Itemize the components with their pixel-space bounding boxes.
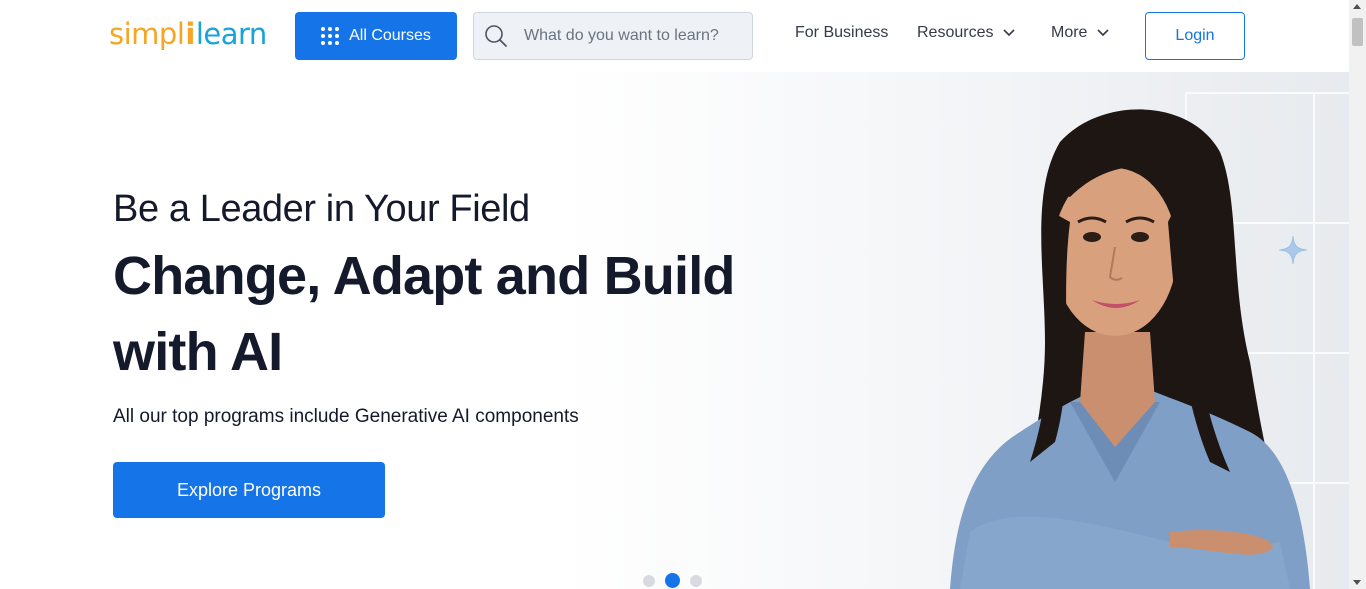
hero-headline: Change, Adapt and Build with AI (113, 246, 735, 382)
chevron-down-icon (1003, 29, 1016, 37)
nav-more-label: More (1051, 24, 1088, 41)
hero-subtext: All our top programs include Generative … (113, 406, 579, 427)
search-input[interactable] (524, 27, 744, 45)
hero-eyebrow: Be a Leader in Your Field (113, 188, 530, 230)
carousel-indicators (643, 573, 702, 588)
nav-more[interactable]: More (1051, 24, 1110, 42)
all-courses-label: All Courses (349, 27, 431, 44)
chevron-down-icon (1097, 29, 1110, 37)
login-label: Login (1175, 27, 1215, 44)
all-courses-button[interactable]: All Courses (295, 12, 457, 60)
scroll-thumb[interactable] (1352, 18, 1363, 46)
logo-text-part2: learn (195, 17, 267, 51)
nav-for-business[interactable]: For Business (795, 24, 888, 42)
search-box[interactable] (473, 12, 753, 60)
nav-for-business-label: For Business (795, 24, 889, 41)
page-scrollbar[interactable] (1349, 0, 1366, 589)
logo-text-divider: i (185, 17, 195, 51)
scroll-down-arrow-icon[interactable] (1353, 580, 1361, 585)
site-header: simplilearn All Courses For Business Res… (0, 0, 1349, 72)
login-button[interactable]: Login (1145, 12, 1245, 60)
explore-programs-label: Explore Programs (176, 479, 322, 500)
carousel-dot[interactable] (643, 574, 655, 587)
scroll-up-arrow-icon[interactable] (1353, 4, 1361, 9)
grid-dots-icon (321, 27, 340, 45)
nav-resources-label: Resources (917, 24, 994, 41)
logo-text-part1: simpl (109, 17, 185, 51)
carousel-dot-active[interactable] (665, 573, 680, 588)
nav-resources[interactable]: Resources (917, 24, 1016, 42)
instructor-photo (950, 109, 1310, 589)
search-icon (485, 25, 507, 47)
simplilearn-logo[interactable]: simpl i learn (109, 14, 267, 58)
hero-banner: Be a Leader in Your Field Change, Adapt … (0, 72, 1349, 589)
explore-programs-button[interactable]: Explore Programs (113, 462, 385, 518)
carousel-dot[interactable] (690, 574, 702, 587)
